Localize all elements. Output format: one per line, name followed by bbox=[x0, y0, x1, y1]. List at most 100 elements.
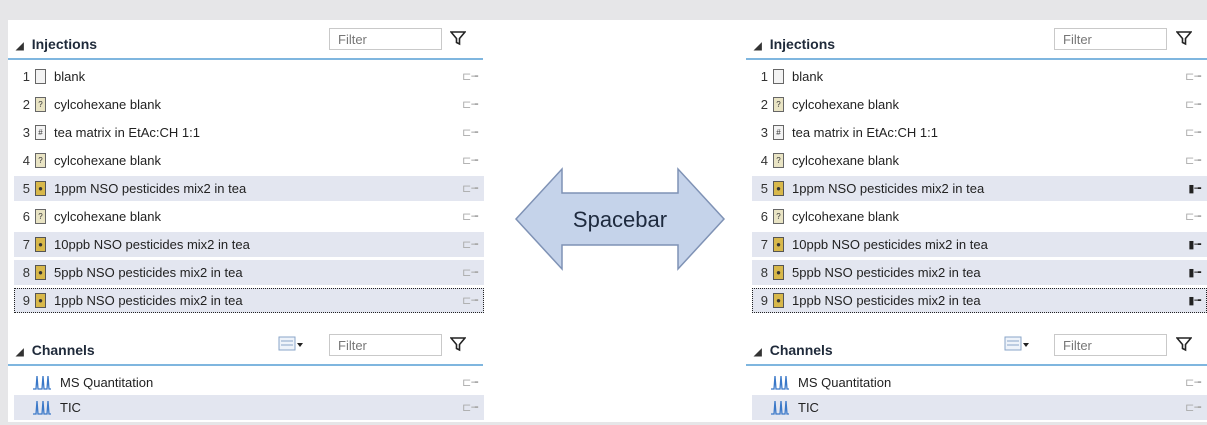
injection-number: 1 bbox=[22, 69, 30, 84]
chromatogram-icon bbox=[33, 400, 51, 415]
injection-name: cylcohexane blank bbox=[792, 209, 899, 224]
plug-icon[interactable]: ▮╼ bbox=[1188, 288, 1201, 313]
chromatogram-icon bbox=[771, 400, 789, 415]
injection-number: 5 bbox=[760, 181, 768, 196]
injection-name: tea matrix in EtAc:CH 1:1 bbox=[792, 125, 938, 140]
plug-icon[interactable]: ⊏╼ bbox=[462, 204, 478, 229]
plug-icon[interactable]: ⊏╼ bbox=[1185, 92, 1201, 117]
standard-vial-icon: ● bbox=[773, 265, 784, 280]
channel-row[interactable]: MS Quantitation ⊏╼ bbox=[14, 370, 484, 395]
injection-name: 1ppm NSO pesticides mix2 in tea bbox=[792, 181, 985, 196]
channel-row[interactable]: MS Quantitation ⊏╼ bbox=[752, 370, 1207, 395]
injection-number: 8 bbox=[760, 265, 768, 280]
channels-filter-input[interactable]: Filter bbox=[329, 334, 442, 356]
standard-vial-icon: ● bbox=[773, 181, 784, 196]
injection-row[interactable]: 8 ● 5ppb NSO pesticides mix2 in tea ▮╼ bbox=[752, 260, 1207, 285]
injection-number: 3 bbox=[22, 125, 30, 140]
channels-title[interactable]: ◢ Channels bbox=[16, 342, 95, 358]
collapse-triangle-icon[interactable]: ◢ bbox=[754, 347, 762, 358]
collapse-triangle-icon[interactable]: ◢ bbox=[754, 41, 762, 52]
injections-title[interactable]: ◢ Injections bbox=[16, 36, 97, 52]
injection-name: 1ppb NSO pesticides mix2 in tea bbox=[792, 293, 981, 308]
unknown-vial-icon: ? bbox=[773, 153, 784, 168]
collapse-triangle-icon[interactable]: ◢ bbox=[16, 347, 24, 358]
plug-icon[interactable]: ⊏╼ bbox=[1185, 370, 1201, 395]
injection-number: 3 bbox=[760, 125, 768, 140]
unknown-vial-icon: ? bbox=[35, 97, 46, 112]
injection-row[interactable]: 6? cylcohexane blank ⊏╼ bbox=[752, 204, 1207, 229]
injection-row[interactable]: 9 ● 1ppb NSO pesticides mix2 in tea ⊏╼ bbox=[14, 288, 484, 313]
injection-row[interactable]: 5 ● 1ppm NSO pesticides mix2 in tea ⊏╼ bbox=[14, 176, 484, 201]
channel-row[interactable]: TIC ⊏╼ bbox=[14, 395, 484, 420]
chromatogram-icon bbox=[33, 375, 51, 390]
injection-number: 8 bbox=[22, 265, 30, 280]
funnel-icon[interactable] bbox=[450, 30, 466, 46]
injection-number: 9 bbox=[760, 293, 768, 308]
plug-icon[interactable]: ⊏╼ bbox=[1185, 204, 1201, 229]
plug-icon[interactable]: ⊏╼ bbox=[462, 64, 478, 89]
plug-icon[interactable]: ▮╼ bbox=[1188, 176, 1201, 201]
injection-row[interactable]: 4? cylcohexane blank ⊏╼ bbox=[752, 148, 1207, 173]
injection-number: 9 bbox=[22, 293, 30, 308]
injection-name: tea matrix in EtAc:CH 1:1 bbox=[54, 125, 200, 140]
collapse-triangle-icon[interactable]: ◢ bbox=[16, 41, 24, 52]
injection-number: 6 bbox=[760, 209, 768, 224]
unknown-vial-icon: ? bbox=[35, 209, 46, 224]
injection-number: 2 bbox=[760, 97, 768, 112]
list-options-icon[interactable] bbox=[278, 335, 304, 353]
injection-name: 5ppb NSO pesticides mix2 in tea bbox=[54, 265, 243, 280]
funnel-icon[interactable] bbox=[1176, 30, 1192, 46]
injection-name: cylcohexane blank bbox=[54, 97, 161, 112]
channels-filter-input[interactable]: Filter bbox=[1054, 334, 1167, 356]
injection-row[interactable]: 8 ● 5ppb NSO pesticides mix2 in tea ⊏╼ bbox=[14, 260, 484, 285]
injection-row[interactable]: 6? cylcohexane blank ⊏╼ bbox=[14, 204, 484, 229]
channel-name: MS Quantitation bbox=[798, 375, 892, 390]
injections-filter-input[interactable]: Filter bbox=[329, 28, 442, 50]
standard-vial-icon: ● bbox=[35, 237, 46, 252]
spacebar-arrow: Spacebar bbox=[514, 165, 726, 273]
plug-icon[interactable]: ⊏╼ bbox=[462, 260, 478, 285]
plug-icon[interactable]: ⊏╼ bbox=[462, 148, 478, 173]
channels-title[interactable]: ◢ Channels bbox=[754, 342, 833, 358]
channels-header: ◢ Channels Filter bbox=[8, 326, 483, 366]
plug-icon[interactable]: ⊏╼ bbox=[462, 176, 478, 201]
channel-row[interactable]: TIC ⊏╼ bbox=[752, 395, 1207, 420]
plug-icon[interactable]: ⊏╼ bbox=[1185, 120, 1201, 145]
injection-row[interactable]: 9 ● 1ppb NSO pesticides mix2 in tea ▮╼ bbox=[752, 288, 1207, 313]
plug-icon[interactable]: ▮╼ bbox=[1188, 232, 1201, 257]
injection-row[interactable]: 2? cylcohexane blank ⊏╼ bbox=[752, 92, 1207, 117]
injection-name: 5ppb NSO pesticides mix2 in tea bbox=[792, 265, 981, 280]
plug-icon[interactable]: ▮╼ bbox=[1188, 260, 1201, 285]
chromatogram-icon bbox=[771, 375, 789, 390]
injection-row[interactable]: 7 ● 10ppb NSO pesticides mix2 in tea ⊏╼ bbox=[14, 232, 484, 257]
plug-icon[interactable]: ⊏╼ bbox=[462, 370, 478, 395]
injection-row[interactable]: 1 blank ⊏╼ bbox=[14, 64, 484, 89]
plug-icon[interactable]: ⊏╼ bbox=[1185, 148, 1201, 173]
injection-row[interactable]: 3 # tea matrix in EtAc:CH 1:1 ⊏╼ bbox=[752, 120, 1207, 145]
plug-icon[interactable]: ⊏╼ bbox=[462, 92, 478, 117]
injection-name: 10ppb NSO pesticides mix2 in tea bbox=[54, 237, 250, 252]
plug-icon[interactable]: ⊏╼ bbox=[462, 395, 478, 420]
injection-row[interactable]: 3 # tea matrix in EtAc:CH 1:1 ⊏╼ bbox=[14, 120, 484, 145]
injections-filter-input[interactable]: Filter bbox=[1054, 28, 1167, 50]
blank-vial-icon bbox=[35, 69, 46, 84]
plug-icon[interactable]: ⊏╼ bbox=[1185, 395, 1201, 420]
injection-row[interactable]: 4? cylcohexane blank ⊏╼ bbox=[14, 148, 484, 173]
injection-row[interactable]: 7 ● 10ppb NSO pesticides mix2 in tea ▮╼ bbox=[752, 232, 1207, 257]
injection-number: 4 bbox=[22, 153, 30, 168]
injection-row[interactable]: 5 ● 1ppm NSO pesticides mix2 in tea ▮╼ bbox=[752, 176, 1207, 201]
plug-icon[interactable]: ⊏╼ bbox=[1185, 64, 1201, 89]
plug-icon[interactable]: ⊏╼ bbox=[462, 232, 478, 257]
plug-icon[interactable]: ⊏╼ bbox=[462, 120, 478, 145]
matrix-vial-icon: # bbox=[773, 125, 784, 140]
injections-title[interactable]: ◢ Injections bbox=[754, 36, 835, 52]
plug-icon[interactable]: ⊏╼ bbox=[462, 288, 478, 313]
injection-name: blank bbox=[54, 69, 86, 84]
list-options-icon[interactable] bbox=[1004, 335, 1030, 353]
standard-vial-icon: ● bbox=[773, 237, 784, 252]
injection-row[interactable]: 1 blank ⊏╼ bbox=[752, 64, 1207, 89]
injection-row[interactable]: 2? cylcohexane blank ⊏╼ bbox=[14, 92, 484, 117]
funnel-icon[interactable] bbox=[450, 336, 466, 352]
funnel-icon[interactable] bbox=[1176, 336, 1192, 352]
injection-number: 7 bbox=[760, 237, 768, 252]
